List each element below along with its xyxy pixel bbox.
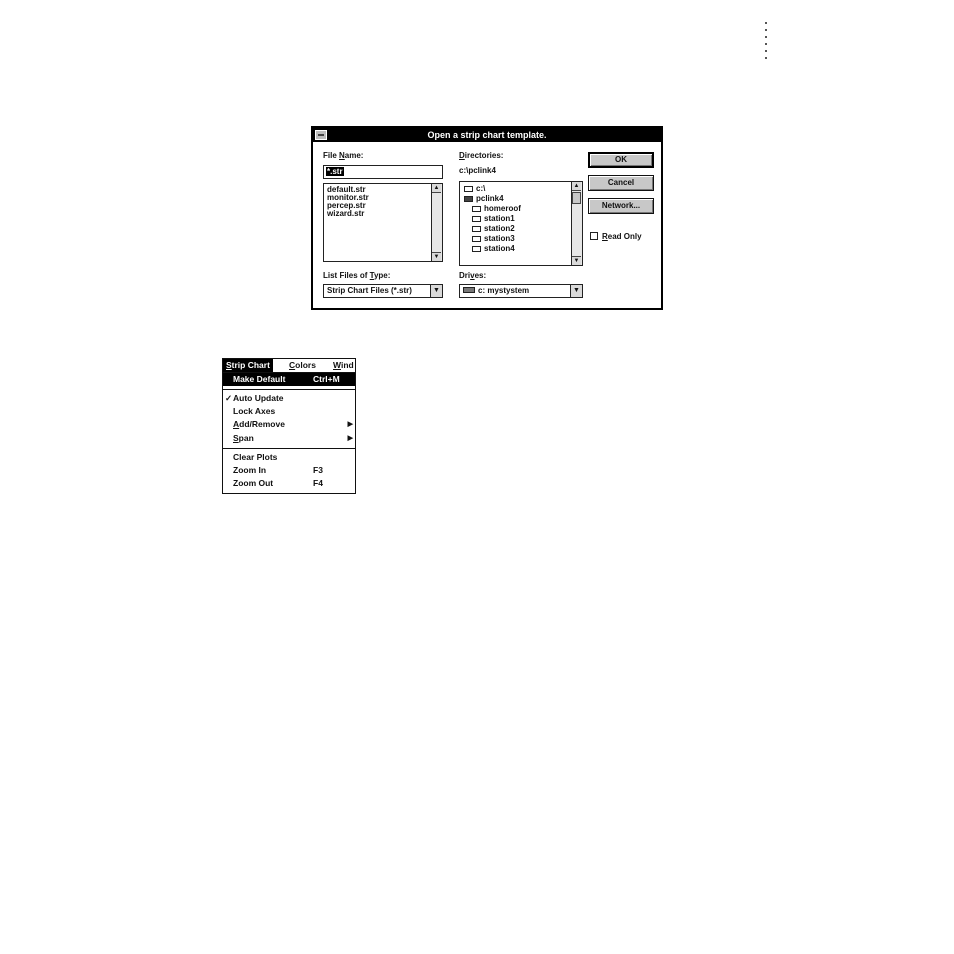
network-button[interactable]: Network... — [588, 198, 654, 214]
read-only-checkbox[interactable] — [590, 232, 598, 240]
drives-select[interactable]: c: mystystem ▼ — [459, 284, 583, 298]
menu-item-make-default[interactable]: Make Default Ctrl+M — [223, 373, 355, 386]
menu-item-zoom-in[interactable]: Zoom In F3 — [223, 464, 355, 477]
read-only-label: Read Only — [602, 232, 642, 241]
menu-colors[interactable]: Colors — [289, 359, 316, 372]
file-list[interactable]: default.str monitor.str percep.str wizar… — [323, 183, 443, 262]
menu-item-span[interactable]: Span ▶ — [223, 432, 355, 445]
directory-item[interactable]: homeroof — [464, 204, 521, 214]
scroll-down-arrow-icon[interactable]: ▼ — [432, 252, 441, 261]
directory-list-scrollbar[interactable]: ▲ ▼ — [571, 182, 582, 265]
open-folder-icon — [464, 186, 473, 192]
open-template-dialog: Open a strip chart template. File Name: … — [311, 126, 663, 310]
menu-bar: Strip Chart Colors Wind — [223, 359, 355, 373]
file-type-label: List Files of Type: — [323, 271, 391, 280]
menu-separator — [223, 389, 355, 390]
file-name-input[interactable]: *.str — [323, 165, 443, 179]
checkmark-icon: ✓ — [225, 393, 233, 403]
directory-item[interactable]: station1 — [464, 214, 521, 224]
dialog-titlebar[interactable]: Open a strip chart template. — [313, 128, 661, 142]
directory-item[interactable]: pclink4 — [464, 194, 521, 204]
scroll-thumb[interactable] — [572, 192, 581, 204]
directory-item[interactable]: station2 — [464, 224, 521, 234]
menu-item-lock-axes[interactable]: Lock Axes — [223, 405, 355, 418]
drive-icon — [463, 287, 475, 293]
scroll-up-arrow-icon[interactable]: ▲ — [432, 184, 441, 193]
menu-item-zoom-out[interactable]: Zoom Out F4 — [223, 477, 355, 490]
cancel-button[interactable]: Cancel — [588, 175, 654, 191]
submenu-arrow-icon: ▶ — [347, 435, 353, 442]
file-list-scrollbar[interactable]: ▲ ▼ — [431, 184, 442, 261]
menu-item-clear-plots[interactable]: Clear Plots — [223, 451, 355, 464]
folder-icon — [472, 216, 481, 222]
file-type-select[interactable]: Strip Chart Files (*.str) ▼ — [323, 284, 443, 298]
folder-icon — [472, 236, 481, 242]
menu-separator — [223, 448, 355, 449]
drives-label: Drives: — [459, 271, 487, 280]
menu-item-add-remove[interactable]: Add/Remove ▶ — [223, 418, 355, 431]
strip-chart-menu: Strip Chart Colors Wind Make Default Ctrl… — [222, 358, 356, 494]
scroll-up-arrow-icon[interactable]: ▲ — [572, 182, 581, 191]
open-folder-icon — [464, 196, 473, 202]
submenu-arrow-icon: ▶ — [347, 421, 353, 428]
menu-item-auto-update[interactable]: ✓ Auto Update — [223, 392, 355, 405]
margin-dot-leader — [765, 22, 767, 64]
system-menu-icon[interactable] — [315, 130, 327, 140]
folder-icon — [472, 246, 481, 252]
directory-item[interactable]: station4 — [464, 244, 521, 254]
dialog-title: Open a strip chart template. — [427, 130, 547, 140]
dropdown-arrow-icon[interactable]: ▼ — [570, 285, 582, 297]
directory-item[interactable]: c:\ — [464, 184, 521, 194]
menu-window[interactable]: Wind — [333, 359, 354, 372]
scroll-down-arrow-icon[interactable]: ▼ — [572, 256, 581, 265]
directory-item[interactable]: station3 — [464, 234, 521, 244]
ok-button[interactable]: OK — [588, 152, 654, 168]
dropdown-arrow-icon[interactable]: ▼ — [430, 285, 442, 297]
current-path: c:\pclink4 — [459, 166, 496, 175]
directories-label: Directories: — [459, 151, 504, 160]
menu-strip-chart[interactable]: Strip Chart — [223, 359, 273, 372]
directory-list[interactable]: c:\ pclink4 homeroof station1 station2 s… — [459, 181, 583, 266]
folder-icon — [472, 206, 481, 212]
file-name-label: File Name: — [323, 151, 364, 160]
file-item[interactable]: wizard.str — [327, 210, 369, 218]
folder-icon — [472, 226, 481, 232]
